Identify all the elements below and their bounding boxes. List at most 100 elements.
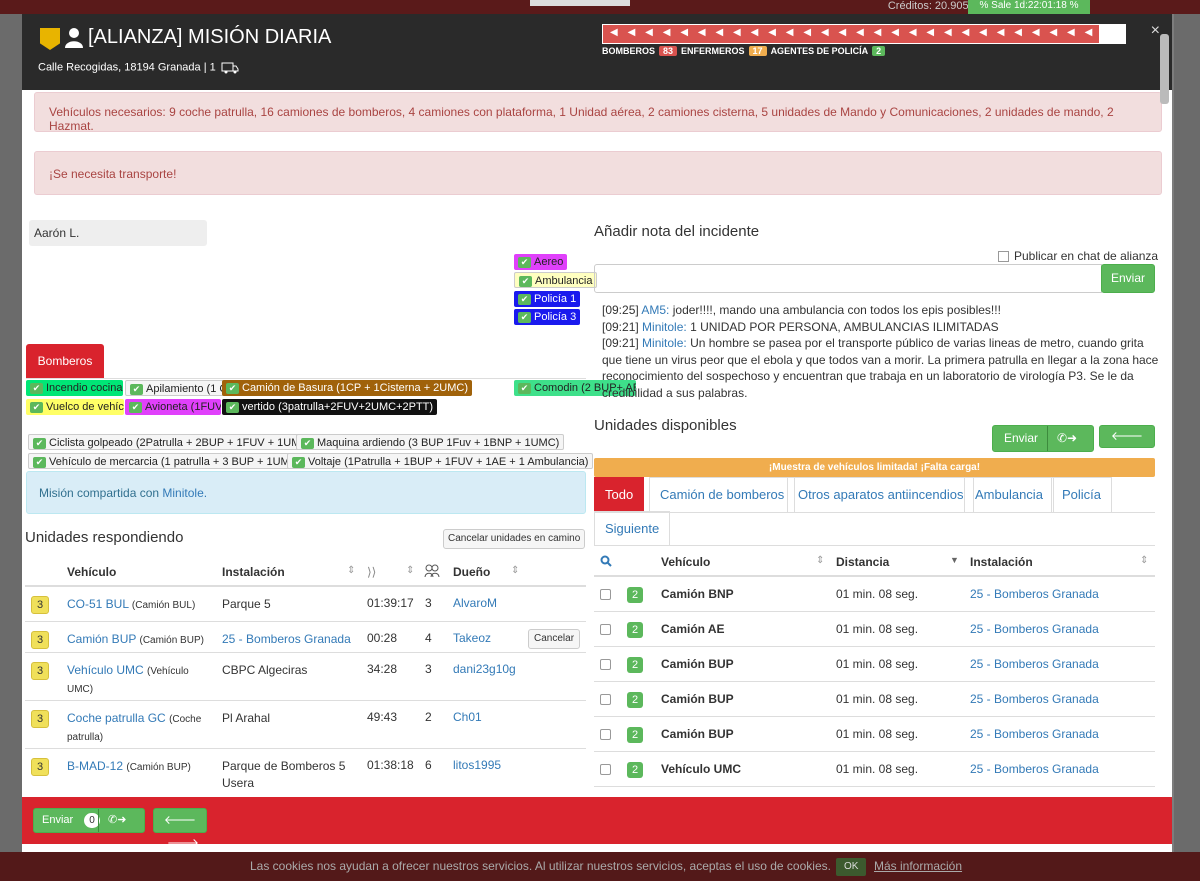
table-row[interactable]: 2 Camión BUP 01 min. 08 seg. 25 - Bomberos … (594, 647, 1155, 682)
close-icon[interactable]: × (1151, 22, 1160, 40)
label-policia-3[interactable]: ✔ Policía 3 (514, 309, 581, 325)
table-row[interactable]: 2 Camión BUP 01 min. 08 seg. 25 - Bomberos … (594, 682, 1155, 717)
vehicle-checkbox[interactable] (600, 659, 611, 670)
cancel-button[interactable]: Cancelar (528, 629, 581, 649)
send-note-button[interactable]: Enviar (1101, 264, 1155, 293)
vehicle-checkbox[interactable] (600, 624, 611, 635)
tab-bomberos[interactable]: Bomberos (26, 344, 104, 378)
station-link[interactable]: 25 - Bomberos Granada (970, 727, 1099, 741)
cookie-ok-button[interactable]: OK (836, 858, 867, 876)
col-distancia[interactable]: Distancia (836, 555, 889, 569)
label-policia-1[interactable]: ✔ Policía 1 (514, 291, 581, 307)
cookie-more-link[interactable]: Más información (874, 852, 962, 881)
station-link[interactable]: 25 - Bomberos Granada (970, 692, 1099, 706)
send-units-button[interactable]: Enviar ✆➜ (992, 425, 1094, 452)
footer-send-button[interactable]: Enviar 0 ✆➜ (33, 808, 145, 833)
tab-ambulancia[interactable]: Ambulancia (964, 477, 1054, 512)
label-vertido[interactable]: ✔ vertido (3patrulla+2FUV+2UMC+2PTT) (222, 399, 438, 415)
shared-user-link[interactable]: Minitole. (162, 486, 207, 500)
publish-alliance[interactable]: Publicar en chat de alianza (998, 249, 1158, 263)
note-user-link[interactable]: AM5: (641, 303, 669, 317)
station-name[interactable]: 25 - Bomberos Granada (222, 631, 352, 648)
table-row[interactable]: 3 Coche patrulla GC (Coche patrulla) Pl Ar… (25, 701, 586, 749)
station-link[interactable]: 25 - Bomberos Granada (970, 762, 1099, 776)
label-camion-basura[interactable]: ✔ Camión de Basura (1CP + 1Cisterna + 2UM… (222, 380, 473, 396)
col-instalacion[interactable]: Instalación (970, 555, 1033, 569)
label-vuelco-vehiculo[interactable]: ✔ Vuelco de vehícu (26, 399, 124, 415)
sort-icon[interactable]: ⇕ (347, 565, 355, 576)
vehicle-checkbox[interactable] (600, 694, 611, 705)
check-icon: ✔ (518, 382, 531, 394)
sort-icon[interactable]: ⇕ (406, 565, 414, 576)
label-incendio-cocina[interactable]: ✔ Incendio cocina (26, 380, 123, 396)
patient-card[interactable]: Aarón L. (29, 220, 207, 246)
label-aereo[interactable]: ✔ Aereo (514, 254, 568, 270)
table-row[interactable]: 3 B-MAD-12 (Camión BUP) Parque de Bomberos… (25, 749, 586, 801)
note-input[interactable] (594, 264, 1102, 293)
tab-siguiente[interactable]: Siguiente (594, 511, 671, 546)
navigate-buttons[interactable]: 🡐 🡒 (1099, 425, 1155, 464)
station-link[interactable]: 25 - Bomberos Granada (970, 657, 1099, 671)
vehicle-link[interactable]: CO-51 BUL (67, 597, 129, 611)
owner-link[interactable]: Takeoz (453, 631, 491, 645)
label-voltaje[interactable]: ✔ Voltaje (1Patrulla + 1BUP + 1FUV + 1AE … (287, 453, 594, 469)
arrow-left-icon[interactable]: 🡐 (164, 813, 196, 827)
table-row[interactable]: 2 Camión BUP 01 min. 08 seg. 25 - Bomberos … (594, 717, 1155, 752)
need-count-badge: 83 (659, 46, 678, 56)
note-user-link[interactable]: Minitole: (642, 336, 687, 350)
sort-down-icon[interactable]: ▼ (950, 555, 959, 565)
sort-icon[interactable]: ⇕ (816, 555, 824, 566)
owner-link[interactable]: dani23g10g (453, 662, 516, 676)
cancel-units-en-route-button[interactable]: Cancelar unidades en camino (443, 529, 586, 549)
notes-title: Añadir nota del incidente (594, 223, 760, 240)
tab-policia[interactable]: Policía (1051, 477, 1113, 512)
vehicle-checkbox[interactable] (600, 729, 611, 740)
progress-arrow-icon: ◀ (1102, 27, 1110, 38)
table-row[interactable]: 3 Vehículo UMC (Vehículo UMC) CBPC Algecir… (25, 653, 586, 701)
vehicle-link[interactable]: Coche patrulla GC (67, 711, 166, 725)
tab-camion-bomberos[interactable]: Camión de bomberos (649, 477, 796, 512)
table-row[interactable]: 2 Vehículo UMC 01 min. 08 seg. 25 - Bombero… (594, 752, 1155, 787)
col-vehiculo[interactable]: Vehículo (67, 565, 116, 579)
progress-arrow-icon: ◀ (785, 27, 794, 38)
sort-icon[interactable]: ⇕ (511, 565, 519, 576)
station-link[interactable]: 25 - Bomberos Granada (970, 587, 1099, 601)
col-dueno[interactable]: Dueño (453, 565, 490, 579)
vehicle-checkbox[interactable] (600, 764, 611, 775)
table-row[interactable]: 2 Camión BNP 01 min. 08 seg. 25 - Bomberos … (594, 577, 1155, 612)
col-vehiculo[interactable]: Vehículo (661, 555, 710, 569)
table-row[interactable]: 2 Camión AE 01 min. 08 seg. 25 - Bomberos G… (594, 612, 1155, 647)
sort-icon[interactable]: ⇕ (1140, 555, 1148, 566)
table-row[interactable]: 3 Camión BUP (Camión BUP) 25 - Bomberos Gr… (25, 622, 586, 653)
need-label: ENFERMEROS (681, 46, 745, 56)
modal-scrollbar[interactable] (1160, 34, 1169, 104)
tab-otros-aparatos[interactable]: Otros aparatos antiincendios (787, 477, 975, 512)
background-search-input[interactable] (530, 0, 630, 6)
vehicle-link[interactable]: B-MAD-12 (67, 759, 123, 773)
vehicle-link[interactable]: Camión BUP (67, 632, 136, 646)
arrow-left-icon[interactable]: 🡐 (1111, 429, 1143, 443)
publish-checkbox[interactable] (998, 251, 1009, 263)
table-row[interactable]: 3 CO-51 BUL (Camión BUL) Parque 5 01:39:17 3… (25, 587, 586, 622)
station-link[interactable]: 25 - Bomberos Granada (970, 622, 1099, 636)
label-ambulancia[interactable]: ✔ Ambulancia (514, 272, 598, 288)
label-maquina-ardiendo[interactable]: ✔ Maquina ardiendo (3 BUP 1Fuv + 1BNP + 1… (296, 434, 565, 450)
tab-todo[interactable]: Todo (594, 477, 645, 512)
label-vehiculo-mercancia[interactable]: ✔ Vehículo de mercarcia (1 patrulla + 3 B… (28, 453, 307, 469)
vehicle-checkbox[interactable] (600, 589, 611, 600)
col-instalacion[interactable]: Instalación (222, 565, 285, 579)
owner-link[interactable]: AlvaroM (453, 596, 497, 610)
vehicle-link[interactable]: Vehículo UMC (67, 663, 144, 677)
search-icon[interactable] (600, 555, 612, 567)
label-apilamiento[interactable]: ✔ Apilamiento (1 C (125, 380, 225, 396)
background-left-page (0, 14, 22, 854)
label-ciclista[interactable]: ✔ Ciclista golpeado (2Patrulla + 2BUP + 1… (28, 434, 318, 450)
footer-navigate-buttons[interactable]: 🡐 🡒 (153, 808, 207, 850)
arrow-right-icon[interactable]: 🡒 (167, 836, 199, 850)
owner-link[interactable]: litos1995 (453, 758, 501, 772)
label-avioneta[interactable]: ✔ Avioneta (1FUV (125, 399, 221, 415)
owner-link[interactable]: Ch01 (453, 710, 482, 724)
background-sale-banner[interactable]: % Sale 1d:22:01:18 % (968, 0, 1090, 14)
col-arrival[interactable]: ⟩⟩ (367, 565, 376, 579)
note-user-link[interactable]: Minitole: (642, 320, 687, 334)
